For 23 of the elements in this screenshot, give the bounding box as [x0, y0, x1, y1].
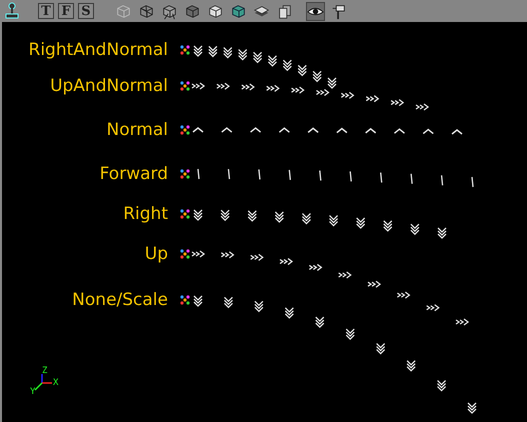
stamp-tool-icon[interactable]	[4, 2, 20, 20]
emitter-icon	[180, 45, 190, 55]
axis-gizmo-drawing	[34, 374, 52, 391]
emitter-icon	[180, 295, 190, 305]
axis-label: Z	[42, 366, 48, 376]
emitter-label: UpAndNormal	[50, 76, 168, 96]
mode-button[interactable]: T	[38, 3, 54, 19]
emitter-icon	[180, 125, 190, 135]
view-toggle[interactable]	[306, 2, 325, 20]
emitter-icon	[180, 81, 190, 91]
emitter-label: Right	[123, 204, 168, 224]
emitter-label: RightAndNormal	[28, 40, 168, 60]
emitter-label: None/Scale	[72, 290, 168, 310]
axis-label: X	[53, 378, 58, 388]
emitter-label: Normal	[106, 120, 168, 140]
emitter-icon	[180, 209, 190, 219]
axis-label: Y	[30, 387, 36, 397]
emitter-label: Forward	[100, 164, 168, 184]
emitter-icon	[180, 169, 190, 179]
emitter-icon	[180, 249, 190, 259]
emitter-label: Up	[144, 244, 168, 264]
mode-button[interactable]: F	[58, 3, 74, 19]
mode-button[interactable]: S	[78, 3, 94, 19]
